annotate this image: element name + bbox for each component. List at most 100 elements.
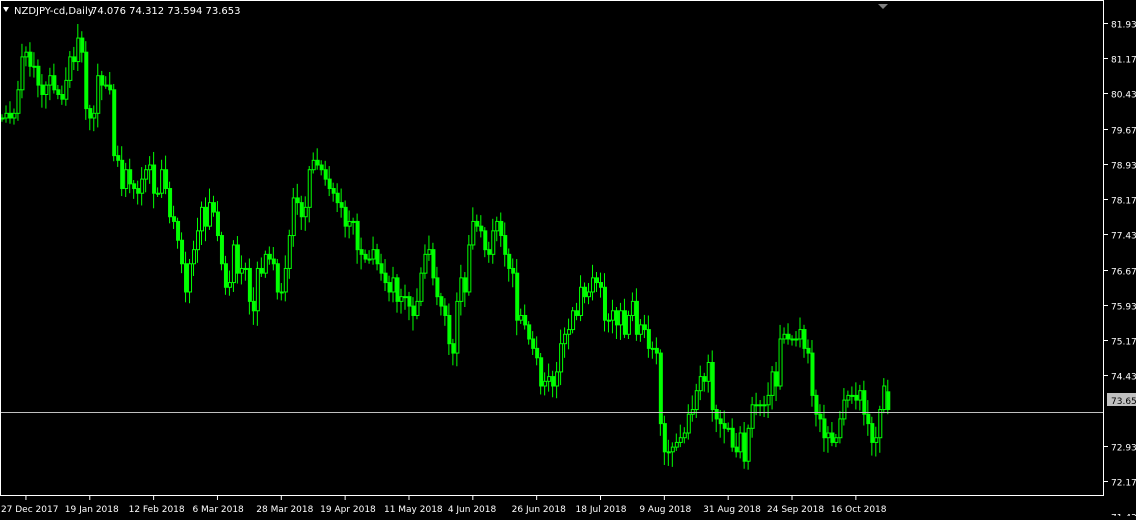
candle-body xyxy=(610,310,615,321)
candle-body xyxy=(654,347,659,354)
candle-body xyxy=(283,267,288,293)
candle-body xyxy=(16,89,21,114)
candle-body xyxy=(371,249,376,260)
candle-body xyxy=(682,432,687,439)
candle-body xyxy=(686,413,691,434)
candle-body xyxy=(267,253,272,260)
candle-body xyxy=(710,361,715,411)
candle-body xyxy=(706,361,711,382)
x-tick-label: 27 Dec 2017 xyxy=(1,505,59,515)
candle-body xyxy=(814,394,819,415)
candle-body xyxy=(76,37,81,63)
candle-body xyxy=(575,310,580,316)
candle-body xyxy=(32,65,37,68)
candle-body xyxy=(650,347,655,350)
x-tick-label: 31 Aug 2018 xyxy=(703,505,761,515)
candle-body xyxy=(774,371,779,387)
x-tick-label: 16 Oct 2018 xyxy=(831,505,887,515)
x-tick-label: 4 Jun 2018 xyxy=(448,505,497,515)
candle-body xyxy=(878,409,883,439)
candle-body xyxy=(479,225,484,232)
candle-body xyxy=(4,112,9,119)
candle-body xyxy=(459,277,464,302)
candle-body xyxy=(583,286,588,298)
candle-body xyxy=(455,300,460,354)
chart-title: NZDJPY-cd,Daily 74.076 74.312 73.594 73.… xyxy=(3,6,241,17)
candle-body xyxy=(435,277,440,298)
y-tick-label: 76.670 xyxy=(1111,268,1136,278)
candle-body xyxy=(196,230,201,251)
candle-body xyxy=(343,206,348,227)
candle-body xyxy=(431,249,436,279)
candle xyxy=(658,349,663,436)
x-tick-label: 26 Jun 2018 xyxy=(512,505,566,515)
candle-body xyxy=(503,235,508,255)
candle-body xyxy=(762,404,767,407)
candle-body xyxy=(96,75,101,114)
candle-body xyxy=(148,164,153,171)
candle-body xyxy=(56,89,61,96)
candle-body xyxy=(0,117,5,120)
candle-body xyxy=(658,352,663,425)
candle-body xyxy=(778,338,783,387)
candle-body xyxy=(259,267,264,274)
candle-body xyxy=(718,418,723,425)
candle-body xyxy=(551,376,556,387)
candle-body xyxy=(535,347,540,359)
candle-body xyxy=(419,272,424,302)
candle-body xyxy=(846,394,851,401)
candle xyxy=(84,41,89,120)
candle-body xyxy=(387,282,392,293)
candle-body xyxy=(120,159,125,190)
candle-body xyxy=(766,394,771,406)
candle-body xyxy=(200,206,204,232)
chart-window[interactable]: 81.930 81.170 80.430 79.670 78.930 78.170 77.4… xyxy=(0,0,1136,520)
candle-body xyxy=(591,277,596,293)
candle-body xyxy=(223,263,228,288)
candle-body xyxy=(279,291,284,294)
candle-body xyxy=(160,169,165,194)
candle-body xyxy=(108,84,113,91)
y-tick-label: 78.170 xyxy=(1111,197,1136,207)
current-price-label: 73.653 xyxy=(1107,393,1136,407)
candle-body xyxy=(491,230,496,255)
candle-body xyxy=(790,338,795,341)
candle-body xyxy=(499,220,504,237)
candle-body xyxy=(666,451,671,454)
candle-body xyxy=(770,371,775,396)
chart-background xyxy=(0,0,1136,516)
candle-body xyxy=(511,267,516,274)
candle-body xyxy=(834,437,839,443)
candle-body xyxy=(634,300,639,335)
symbol-label: NZDJPY-cd,Daily xyxy=(14,6,94,17)
candle-body xyxy=(850,394,855,397)
candle-body xyxy=(239,267,244,274)
candle xyxy=(112,83,117,162)
candle-body xyxy=(810,352,815,396)
candle-body xyxy=(331,188,336,194)
candle-body xyxy=(116,155,121,161)
candle-body xyxy=(587,291,592,298)
candle-body xyxy=(842,399,847,420)
candle-body xyxy=(443,305,448,316)
candle-body xyxy=(275,263,280,293)
y-tick-label: 75.930 xyxy=(1111,303,1136,313)
candle-body xyxy=(184,263,189,293)
candle-body xyxy=(798,329,803,340)
candle-body xyxy=(614,310,619,326)
candle-body xyxy=(311,159,316,171)
candle-body xyxy=(251,300,256,312)
y-tick-label: 81.170 xyxy=(1111,56,1136,66)
candle-body xyxy=(411,305,416,316)
candle-body xyxy=(52,75,57,91)
candle-body xyxy=(247,267,252,302)
candle-body xyxy=(463,277,468,293)
candle-body xyxy=(140,178,145,194)
candle xyxy=(419,267,424,307)
price-chart[interactable]: 81.930 81.170 80.430 79.670 78.930 78.170 77.4… xyxy=(0,0,1136,520)
candle-body xyxy=(207,202,212,227)
candle-body xyxy=(571,310,576,331)
candle-body xyxy=(136,188,141,194)
candle-body xyxy=(351,220,356,223)
candle-body xyxy=(758,404,763,407)
